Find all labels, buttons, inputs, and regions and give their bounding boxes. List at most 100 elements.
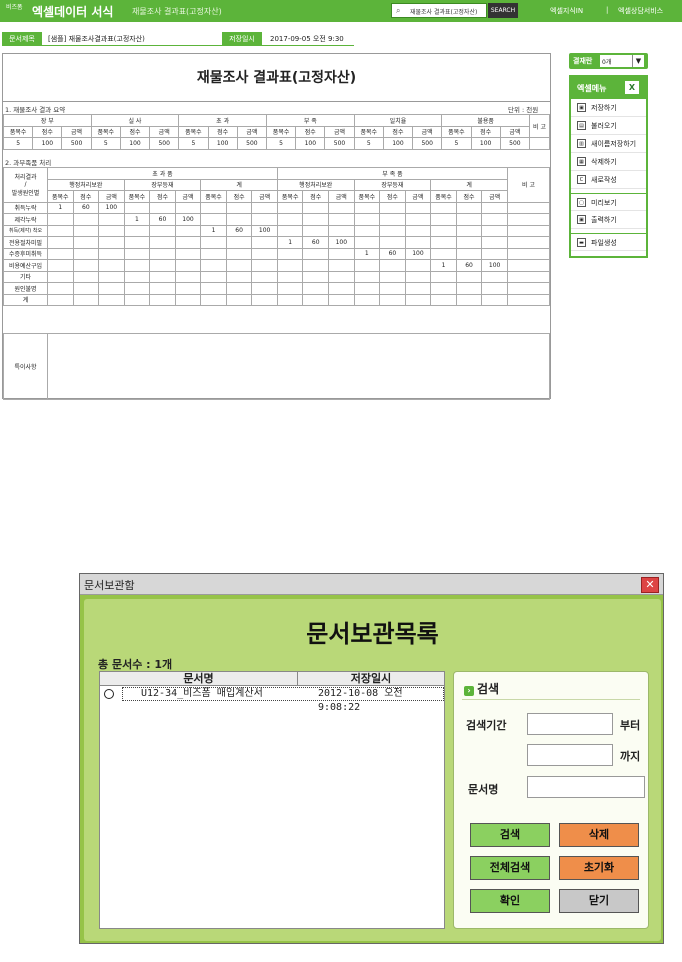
value-cell[interactable]: 500	[324, 137, 355, 150]
data-cell[interactable]	[98, 282, 125, 295]
data-cell[interactable]	[328, 293, 355, 306]
close-button[interactable]: 닫기	[559, 889, 639, 913]
data-cell[interactable]	[123, 201, 151, 214]
data-cell[interactable]	[174, 270, 202, 283]
data-cell[interactable]	[72, 293, 100, 306]
chevron-down-icon[interactable]: ▼	[632, 55, 644, 67]
data-cell[interactable]	[276, 247, 304, 260]
data-cell[interactable]	[481, 224, 508, 237]
value-cell[interactable]: 500	[149, 137, 180, 150]
data-cell[interactable]	[149, 293, 176, 306]
data-cell[interactable]	[47, 213, 74, 226]
note-cell[interactable]	[507, 270, 550, 283]
data-cell[interactable]	[72, 270, 100, 283]
data-cell[interactable]: 1	[430, 259, 457, 272]
data-cell[interactable]	[47, 282, 74, 295]
data-cell[interactable]	[72, 282, 100, 295]
approval-selector[interactable]: 결재란 0개 ▼	[569, 53, 648, 69]
data-cell[interactable]	[353, 259, 381, 272]
value-cell[interactable]: 100	[119, 137, 151, 150]
data-cell[interactable]	[430, 247, 457, 260]
value-cell[interactable]: 5	[90, 137, 121, 150]
data-cell[interactable]: 100	[481, 259, 508, 272]
data-cell[interactable]	[47, 236, 74, 249]
data-cell[interactable]	[481, 247, 508, 260]
data-cell[interactable]	[455, 201, 483, 214]
data-cell[interactable]	[430, 236, 457, 249]
value-cell[interactable]: 500	[499, 137, 531, 150]
approval-value[interactable]: 0개	[600, 55, 632, 67]
data-cell[interactable]	[379, 213, 406, 226]
menu-item[interactable]: ▤ 불러오기	[571, 117, 646, 135]
data-cell[interactable]	[174, 293, 202, 306]
menu-item[interactable]: ▢ 미리보기	[571, 193, 646, 211]
value-cell[interactable]: 5	[2, 137, 34, 150]
data-cell[interactable]	[98, 259, 125, 272]
data-cell[interactable]	[481, 293, 508, 306]
menu-item[interactable]: ▦ 삭제하기	[571, 153, 646, 171]
data-cell[interactable]	[251, 213, 278, 226]
data-cell[interactable]	[251, 247, 278, 260]
data-cell[interactable]	[404, 293, 432, 306]
data-cell[interactable]	[328, 247, 355, 260]
data-cell[interactable]	[251, 270, 278, 283]
data-cell[interactable]	[174, 259, 202, 272]
note-cell[interactable]	[529, 137, 550, 150]
period-from-input[interactable]	[527, 713, 613, 735]
reset-button[interactable]: 초기화	[559, 856, 639, 880]
data-cell[interactable]	[353, 270, 381, 283]
data-cell[interactable]	[455, 293, 483, 306]
data-cell[interactable]: 60	[225, 224, 253, 237]
data-cell[interactable]	[98, 236, 125, 249]
data-cell[interactable]	[455, 236, 483, 249]
data-cell[interactable]	[404, 259, 432, 272]
data-cell[interactable]	[302, 224, 330, 237]
data-cell[interactable]	[174, 224, 202, 237]
data-cell[interactable]	[430, 201, 457, 214]
data-cell[interactable]	[379, 270, 406, 283]
data-cell[interactable]	[123, 293, 151, 306]
data-cell[interactable]	[123, 282, 151, 295]
data-cell[interactable]	[200, 293, 227, 306]
data-cell[interactable]	[149, 201, 176, 214]
search-all-button[interactable]: 전체검색	[470, 856, 550, 880]
data-cell[interactable]	[430, 270, 457, 283]
data-cell[interactable]: 1	[353, 247, 381, 260]
list-item[interactable]: U12-34_비즈폼 매입계산서 2012-10-08 오전 9:08:22	[100, 686, 444, 713]
data-cell[interactable]	[174, 201, 202, 214]
data-cell[interactable]	[430, 213, 457, 226]
search-button[interactable]: 검색	[470, 823, 550, 847]
data-cell[interactable]	[404, 213, 432, 226]
data-cell[interactable]	[353, 293, 381, 306]
note-cell[interactable]	[507, 201, 550, 214]
delete-button[interactable]: 삭제	[559, 823, 639, 847]
data-cell[interactable]	[404, 224, 432, 237]
data-cell[interactable]	[200, 201, 227, 214]
data-cell[interactable]	[353, 282, 381, 295]
data-cell[interactable]	[481, 236, 508, 249]
data-cell[interactable]	[72, 236, 100, 249]
data-cell[interactable]	[302, 201, 330, 214]
data-cell[interactable]: 60	[455, 259, 483, 272]
menu-item[interactable]: ▣ 출력하기	[571, 211, 646, 229]
data-cell[interactable]	[251, 282, 278, 295]
data-cell[interactable]	[98, 293, 125, 306]
data-cell[interactable]	[123, 259, 151, 272]
data-cell[interactable]	[430, 224, 457, 237]
data-cell[interactable]	[225, 293, 253, 306]
data-cell[interactable]	[379, 259, 406, 272]
data-cell[interactable]	[149, 236, 176, 249]
data-cell[interactable]	[251, 259, 278, 272]
data-cell[interactable]	[328, 282, 355, 295]
data-cell[interactable]: 100	[251, 224, 278, 237]
period-to-input[interactable]	[527, 744, 613, 766]
value-cell[interactable]: 5	[178, 137, 209, 150]
data-cell[interactable]	[72, 259, 100, 272]
data-cell[interactable]	[72, 224, 100, 237]
data-cell[interactable]	[328, 270, 355, 283]
data-cell[interactable]	[47, 259, 74, 272]
data-cell[interactable]	[200, 282, 227, 295]
value-cell[interactable]: 5	[441, 137, 472, 150]
note-cell[interactable]	[507, 247, 550, 260]
data-cell[interactable]	[353, 224, 381, 237]
